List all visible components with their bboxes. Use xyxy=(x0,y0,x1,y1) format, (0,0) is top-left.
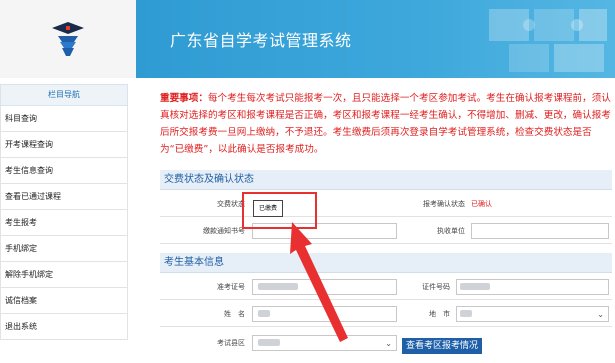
city-redacted xyxy=(460,310,472,317)
basic-info-section-heading: 考生基本信息 xyxy=(160,253,612,273)
chevron-down-icon: ⌄ xyxy=(385,339,392,348)
confirm-status-value: 已确认 xyxy=(471,200,492,208)
name-redacted xyxy=(258,310,270,317)
id-number-redacted xyxy=(460,283,490,290)
exam-area-label: 考试县区 xyxy=(217,339,245,347)
name-label: 姓 名 xyxy=(224,310,245,318)
highlight-box xyxy=(242,192,317,229)
notice-label: 重要事项： xyxy=(160,93,208,104)
id-number-label: 证件号码 xyxy=(422,283,450,291)
puzzle-decoration-icon xyxy=(489,9,607,72)
exam-area-row: 考试县区 ⌄ xyxy=(160,330,612,356)
chevron-down-icon: ⌄ xyxy=(597,310,604,319)
sidebar-item-course-query[interactable]: 开考课程查询 xyxy=(0,132,128,158)
name-row: 姓 名 地 市 ⌄ xyxy=(160,301,612,327)
check-exam-area-button[interactable]: 查看考区报考情况 xyxy=(402,338,483,354)
sidebar-item-register-exam[interactable]: 考生报考 xyxy=(0,210,128,236)
main-content: 重要事项：每个考生每次考试只能报考一次，且只能选择一个考区参加考试。考生在确认报… xyxy=(160,84,612,158)
sidebar-item-candidate-info[interactable]: 考生信息查询 xyxy=(0,158,128,184)
paying-unit-label: 执收单位 xyxy=(437,227,465,235)
important-notice: 重要事项：每个考生每次考试只能报考一次，且只能选择一个考区参加考试。考生在确认报… xyxy=(160,84,612,158)
city-label: 地 市 xyxy=(429,310,450,318)
sidebar-item-logout[interactable]: 退出系统 xyxy=(0,314,128,340)
fee-status-row: 交费状态 报考确认状态 已确认 xyxy=(160,191,612,217)
exam-number-label: 准考证号 xyxy=(217,283,245,291)
header-banner: 广东省自学考试管理系统 xyxy=(136,0,615,78)
sidebar: 栏目导航 科目查询 开考课程查询 考生信息查询 查看已通过课程 考生报考 手机绑… xyxy=(0,84,128,340)
city-select[interactable]: ⌄ xyxy=(456,306,609,322)
fee-status-label: 交费状态 xyxy=(217,200,245,208)
exam-area-redacted xyxy=(258,339,280,346)
sidebar-item-subject-query[interactable]: 科目查询 xyxy=(0,106,128,132)
name-field[interactable] xyxy=(252,306,397,322)
sidebar-item-integrity-record[interactable]: 诚信档案 xyxy=(0,288,128,314)
logo-area xyxy=(0,0,136,78)
sidebar-heading: 栏目导航 xyxy=(0,84,128,106)
exam-logo-icon xyxy=(52,22,84,56)
sidebar-item-unbind-phone[interactable]: 解除手机绑定 xyxy=(0,262,128,288)
notice-text: 每个考生每次考试只能报考一次，且只能选择一个考区参加考试。考生在确认报考课程前，… xyxy=(160,93,611,155)
exam-number-row: 准考证号 证件号码 xyxy=(160,274,612,300)
exam-number-redacted xyxy=(258,283,298,290)
notice-number-row: 缴款通知书号 执收单位 xyxy=(160,218,612,244)
page-title: 广东省自学考试管理系统 xyxy=(170,31,352,50)
confirm-status-label: 报考确认状态 xyxy=(423,200,465,208)
notice-number-label: 缴款通知书号 xyxy=(203,227,245,235)
payment-section-heading: 交费状态及确认状态 xyxy=(160,170,612,190)
paying-unit-field[interactable] xyxy=(471,223,609,239)
sidebar-item-bind-phone[interactable]: 手机绑定 xyxy=(0,236,128,262)
sidebar-item-passed-courses[interactable]: 查看已通过课程 xyxy=(0,184,128,210)
